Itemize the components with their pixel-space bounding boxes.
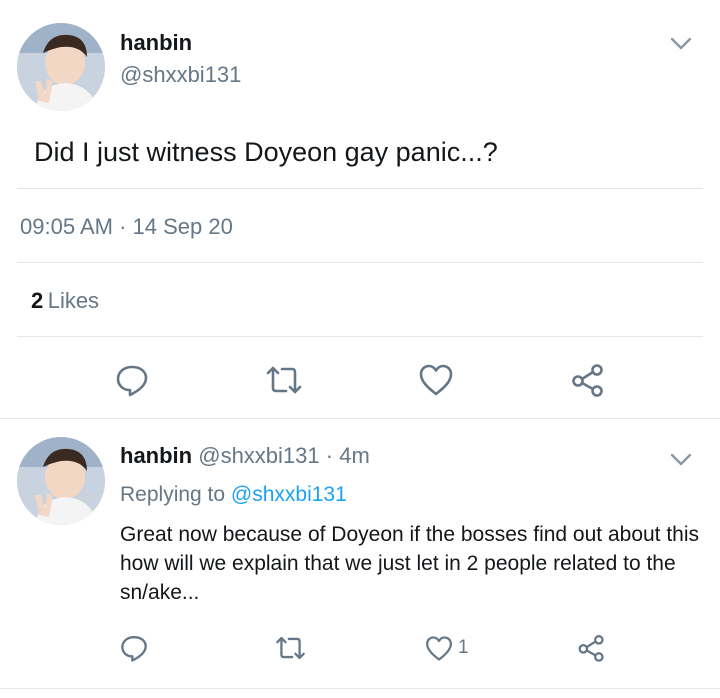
divider — [17, 336, 703, 337]
divider — [0, 688, 720, 689]
replying-prefix: Replying to — [120, 483, 226, 506]
tweet-time: 09:05 AM — [20, 214, 113, 239]
divider — [0, 418, 720, 419]
share-icon — [578, 635, 604, 662]
reply-reply-button[interactable] — [117, 631, 151, 665]
replying-to: Replying to @shxxbi131 — [120, 483, 347, 507]
reply-button[interactable] — [112, 360, 152, 400]
reply-like-count: 1 — [458, 637, 469, 658]
meta-separator: · — [119, 214, 127, 239]
reply-text: Great now because of Doyeon if the bosse… — [120, 523, 700, 604]
likes-label: Likes — [47, 288, 100, 313]
reply-icon — [121, 636, 147, 662]
tweet-text: Did I just witness Doyeon gay panic...? — [34, 137, 498, 167]
likes-summary[interactable]: 2 Likes — [31, 288, 99, 314]
divider — [17, 262, 703, 263]
share-icon — [572, 364, 603, 397]
reply-chevron-down-icon[interactable] — [667, 445, 695, 473]
like-icon — [419, 364, 453, 396]
reply-share-button[interactable] — [574, 631, 608, 665]
reply-dot: · — [325, 443, 334, 468]
likes-count: 2 — [31, 288, 44, 313]
share-button[interactable] — [568, 360, 608, 400]
avatar[interactable] — [17, 23, 105, 111]
reply-handle[interactable]: @shxxbi131 — [198, 443, 319, 468]
display-name[interactable]: hanbin — [120, 30, 192, 56]
reply-display-name[interactable]: hanbin — [120, 443, 192, 468]
reply-icon — [116, 365, 148, 397]
like-icon — [426, 635, 452, 661]
retweet-button[interactable] — [262, 360, 306, 400]
reply-header: hanbin @shxxbi131 · 4m — [120, 443, 370, 469]
tweet-date: 14 Sep 20 — [132, 214, 233, 239]
reply-avatar[interactable] — [17, 437, 105, 525]
reply-age[interactable]: 4m — [339, 443, 370, 468]
handle[interactable]: @shxxbi131 — [120, 62, 241, 88]
reply-retweet-button[interactable] — [272, 631, 308, 665]
reply-like-button[interactable]: 1 — [424, 631, 469, 665]
retweet-icon — [275, 636, 305, 660]
replying-mention[interactable]: @shxxbi131 — [231, 483, 347, 506]
like-button[interactable] — [416, 360, 456, 400]
divider — [17, 188, 703, 189]
retweet-icon — [266, 366, 302, 394]
tweet-timestamp[interactable]: 09:05 AM · 14 Sep 20 — [20, 214, 233, 240]
chevron-down-icon[interactable] — [667, 29, 695, 57]
